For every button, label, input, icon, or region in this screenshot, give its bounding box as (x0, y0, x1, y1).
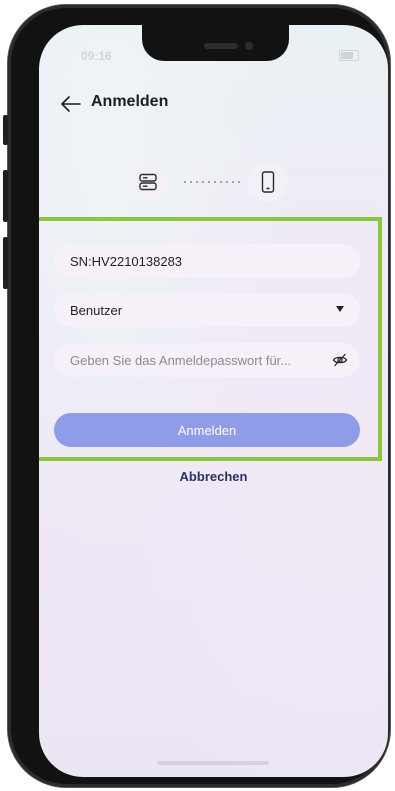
login-button-label: Anmelden (177, 422, 237, 438)
password-input[interactable]: Geben Sie das Anmeldepasswort für... (54, 343, 360, 377)
smartphone-icon (261, 171, 275, 193)
battery-icon (339, 50, 359, 61)
side-button-volume-up (3, 170, 8, 222)
login-button[interactable]: Anmelden (54, 413, 360, 447)
phone-screen: 09:16 Anmelden SN:HV2210138283 Benutzer … (39, 25, 388, 777)
smartphone-icon-badge (248, 162, 288, 202)
home-indicator (157, 761, 269, 765)
eye-off-icon[interactable] (332, 352, 348, 368)
cancel-link[interactable]: Abbrechen (39, 469, 388, 484)
side-button-mute (3, 115, 8, 145)
server-icon (139, 173, 157, 191)
page-title: Anmelden (91, 93, 169, 110)
password-placeholder: Geben Sie das Anmeldepasswort für... (70, 352, 292, 368)
user-select[interactable]: Benutzer (54, 293, 360, 327)
notch (142, 25, 289, 61)
side-button-volume-down (3, 237, 8, 289)
back-arrow-icon[interactable] (60, 95, 82, 113)
front-camera (245, 42, 253, 50)
dropdown-arrow-icon[interactable] (336, 306, 344, 312)
phone-frame: 09:16 Anmelden SN:HV2210138283 Benutzer … (3, 5, 390, 787)
speaker-grille (204, 43, 238, 49)
serial-number-field[interactable]: SN:HV2210138283 (54, 244, 360, 278)
serial-number-value: SN:HV2210138283 (70, 253, 183, 269)
status-time: 09:16 (81, 49, 112, 63)
dotted-connector (182, 181, 242, 183)
user-select-value: Benutzer (70, 302, 123, 318)
server-icon-badge (128, 162, 168, 202)
